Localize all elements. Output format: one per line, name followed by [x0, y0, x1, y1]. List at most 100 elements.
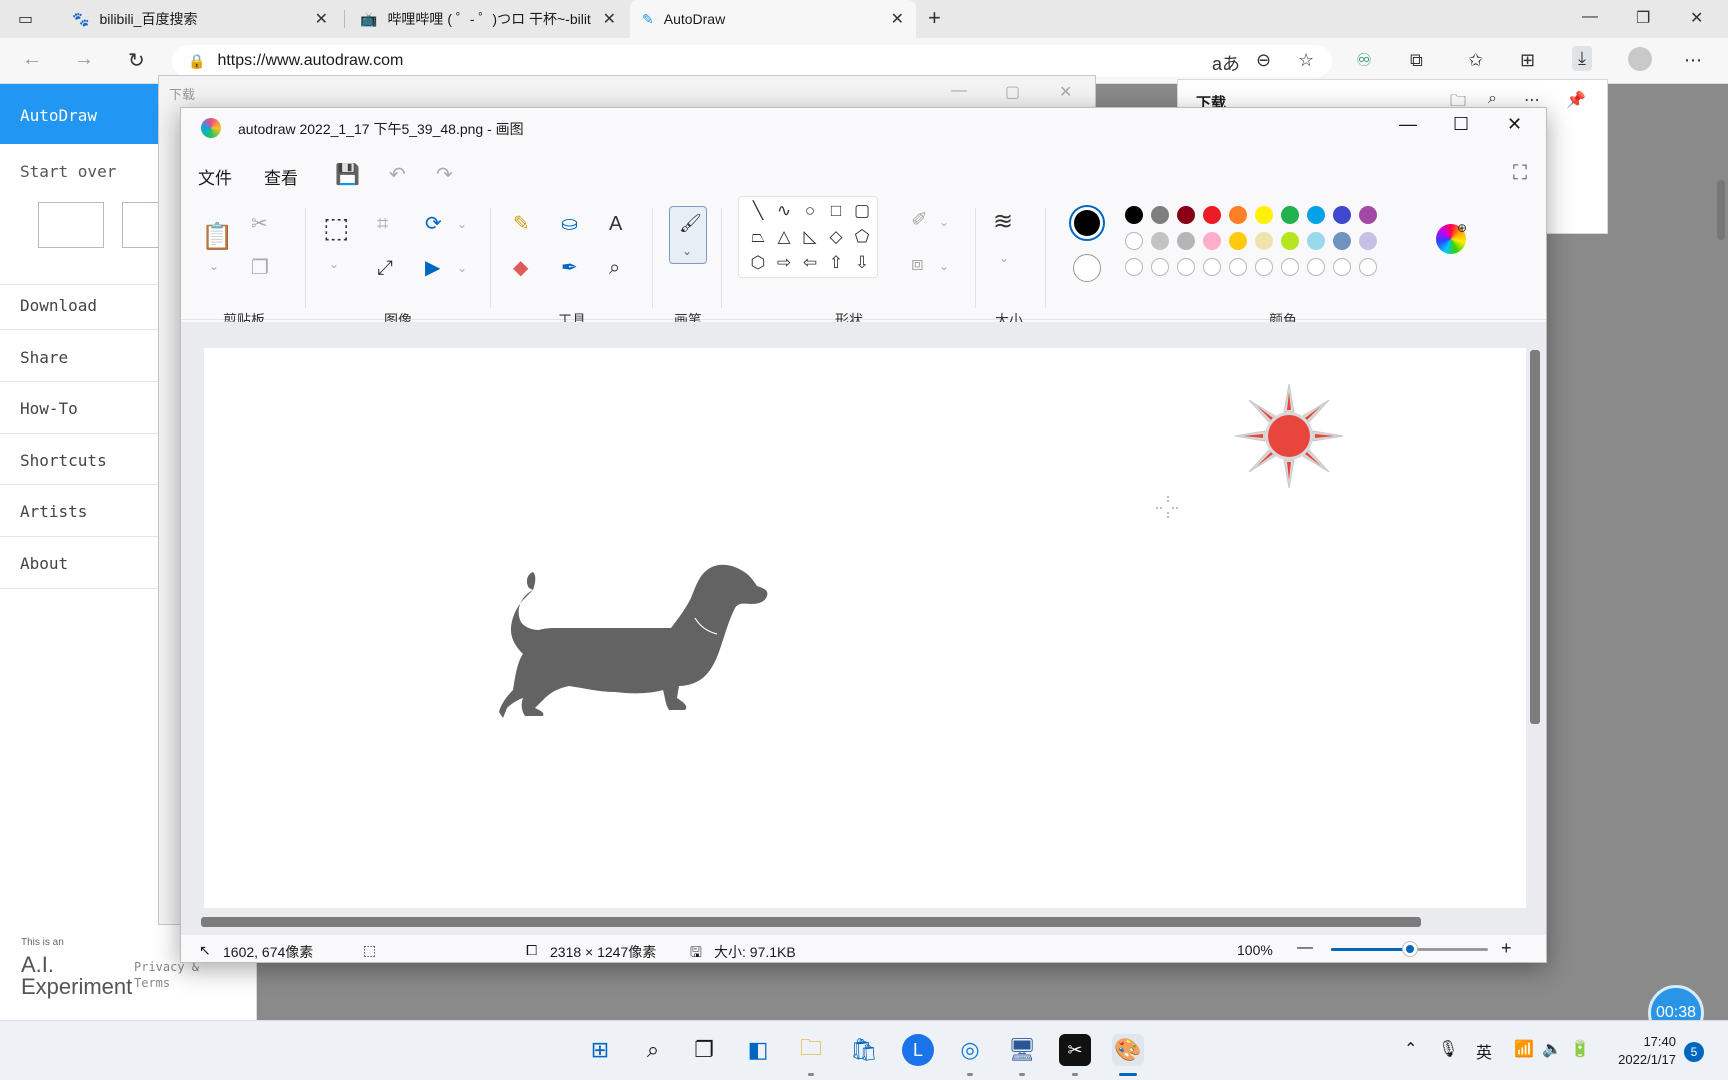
- color-swatch[interactable]: [1281, 232, 1299, 250]
- close-window-icon[interactable]: ✕: [1690, 8, 1703, 28]
- left-arrow-shape-icon[interactable]: ⇦: [799, 252, 821, 274]
- zoom-in-button[interactable]: +: [1501, 938, 1512, 959]
- rotate-icon[interactable]: ⟳: [425, 214, 442, 234]
- right-triangle-shape-icon[interactable]: ◺: [799, 226, 821, 248]
- minimize-icon[interactable]: —: [1399, 114, 1417, 135]
- chevron-down-icon[interactable]: ⌄: [457, 214, 467, 234]
- save-icon[interactable]: 💾: [335, 162, 360, 187]
- vertical-scrollbar[interactable]: [1530, 350, 1540, 724]
- menu-artists[interactable]: Artists: [20, 502, 87, 521]
- pencil-icon[interactable]: ✎: [513, 214, 530, 234]
- volume-icon[interactable]: 🔈: [1542, 1039, 1562, 1059]
- back-icon[interactable]: ←: [22, 48, 42, 71]
- menu-view[interactable]: 查看: [264, 164, 298, 189]
- tab-bilibili[interactable]: 📺 哔哩哔哩 ( ゜- ゜)つロ 干杯~-bilit ✕: [348, 0, 628, 38]
- maximize-icon[interactable]: ▢: [1005, 82, 1020, 102]
- color-swatch[interactable]: [1203, 206, 1221, 224]
- size-icon[interactable]: ≋: [993, 210, 1013, 234]
- resize-icon[interactable]: ⤢: [377, 258, 393, 278]
- rectangle-shape-icon[interactable]: □: [825, 200, 847, 222]
- restore-icon[interactable]: ❐: [1636, 8, 1650, 28]
- store-icon[interactable]: 🛍: [848, 1034, 880, 1066]
- input-language[interactable]: 英: [1476, 1039, 1492, 1063]
- app-l-icon[interactable]: L: [902, 1034, 934, 1066]
- profile-avatar[interactable]: [1628, 47, 1652, 71]
- magnifier-icon[interactable]: ⌕: [609, 258, 620, 278]
- secondary-color[interactable]: [1073, 254, 1101, 282]
- triangle-shape-icon[interactable]: △: [773, 226, 795, 248]
- minimize-icon[interactable]: —: [951, 82, 967, 100]
- custom-color-slot[interactable]: [1177, 258, 1195, 276]
- primary-color[interactable]: [1069, 205, 1105, 241]
- chevron-down-icon[interactable]: ⌄: [457, 258, 467, 278]
- redo-icon[interactable]: ↷: [436, 162, 453, 187]
- menu-file[interactable]: 文件: [198, 164, 232, 189]
- task-view-icon[interactable]: ❐: [688, 1034, 720, 1066]
- share-icon[interactable]: ⛶: [1513, 162, 1527, 185]
- zoom-out-button[interactable]: —: [1297, 939, 1313, 957]
- diamond-shape-icon[interactable]: ◇: [825, 226, 847, 248]
- horizontal-scrollbar[interactable]: [201, 917, 1421, 927]
- copy-icon[interactable]: ❐: [251, 258, 269, 278]
- fill-icon[interactable]: ⛀: [561, 214, 578, 234]
- chevron-down-icon[interactable]: ⌄: [999, 248, 1009, 268]
- select-icon[interactable]: ⬚: [323, 214, 349, 242]
- line-shape-icon[interactable]: ╲: [747, 200, 769, 222]
- color-swatch[interactable]: [1307, 232, 1325, 250]
- color-swatch[interactable]: [1333, 206, 1351, 224]
- outline-icon[interactable]: ✐: [911, 210, 928, 230]
- menu-shortcuts[interactable]: Shortcuts: [20, 451, 107, 470]
- extension-icon[interactable]: ♾: [1356, 50, 1372, 71]
- zoom-slider[interactable]: [1331, 942, 1488, 956]
- more-icon[interactable]: ⋯: [1684, 50, 1702, 71]
- polygon-shape-icon[interactable]: ⏢: [747, 226, 769, 248]
- undo-icon[interactable]: ↶: [389, 162, 406, 187]
- menu-share[interactable]: Share: [20, 348, 68, 367]
- clock[interactable]: 17:40 2022/1/17: [1608, 1033, 1676, 1069]
- read-aloud-icon[interactable]: aあ: [1212, 50, 1240, 76]
- color-swatch[interactable]: [1359, 206, 1377, 224]
- custom-color-slot[interactable]: [1125, 258, 1143, 276]
- color-swatch[interactable]: [1125, 206, 1143, 224]
- custom-color-slot[interactable]: [1359, 258, 1377, 276]
- file-explorer-icon[interactable]: 🗀: [795, 1034, 827, 1066]
- menu-download[interactable]: Download: [20, 296, 97, 315]
- close-icon[interactable]: ✕: [603, 9, 616, 29]
- chevron-down-icon[interactable]: ⌄: [939, 256, 949, 276]
- battery-icon[interactable]: 🔋: [1570, 1039, 1590, 1059]
- edge-icon[interactable]: ◎: [954, 1034, 986, 1066]
- microphone-icon[interactable]: 🎙: [1438, 1039, 1458, 1059]
- terms-link[interactable]: Terms: [134, 976, 170, 990]
- oval-shape-icon[interactable]: ○: [799, 200, 821, 222]
- color-swatch[interactable]: [1255, 206, 1273, 224]
- hexagon-shape-icon[interactable]: ⬡: [747, 252, 769, 274]
- close-icon[interactable]: ✕: [1507, 114, 1522, 135]
- menu-how-to[interactable]: How-To: [20, 399, 78, 418]
- color-swatch[interactable]: [1177, 232, 1195, 250]
- close-icon[interactable]: ✕: [315, 9, 328, 29]
- new-tab-button[interactable]: +: [928, 5, 941, 31]
- color-swatch[interactable]: [1333, 232, 1351, 250]
- menu-about[interactable]: About: [20, 554, 68, 573]
- widgets-icon[interactable]: ◧: [742, 1034, 774, 1066]
- start-icon[interactable]: ⊞: [584, 1034, 616, 1066]
- add-favorite-icon[interactable]: ☆: [1298, 50, 1314, 71]
- tab-actions-icon[interactable]: ▭: [18, 9, 33, 29]
- down-arrow-shape-icon[interactable]: ⇩: [851, 252, 873, 274]
- color-swatch[interactable]: [1203, 232, 1221, 250]
- page-scrollbar[interactable]: [1717, 180, 1725, 240]
- custom-color-slot[interactable]: [1281, 258, 1299, 276]
- chevron-down-icon[interactable]: ⌄: [939, 212, 949, 232]
- crop-icon[interactable]: ⌗: [377, 214, 388, 234]
- rounded-rect-shape-icon[interactable]: ▢: [851, 200, 873, 222]
- color-swatch[interactable]: [1151, 206, 1169, 224]
- custom-color-slot[interactable]: [1255, 258, 1273, 276]
- color-swatch[interactable]: [1307, 206, 1325, 224]
- remote-desktop-icon[interactable]: 🖥: [1006, 1034, 1038, 1066]
- brushes-button[interactable]: 🖌 ⌄: [669, 206, 707, 264]
- chevron-down-icon[interactable]: ⌄: [329, 254, 339, 274]
- flip-icon[interactable]: ▶: [425, 258, 440, 278]
- zoom-slider-thumb[interactable]: [1402, 942, 1417, 956]
- color-swatch[interactable]: [1177, 206, 1195, 224]
- paste-icon[interactable]: 📋: [201, 223, 233, 249]
